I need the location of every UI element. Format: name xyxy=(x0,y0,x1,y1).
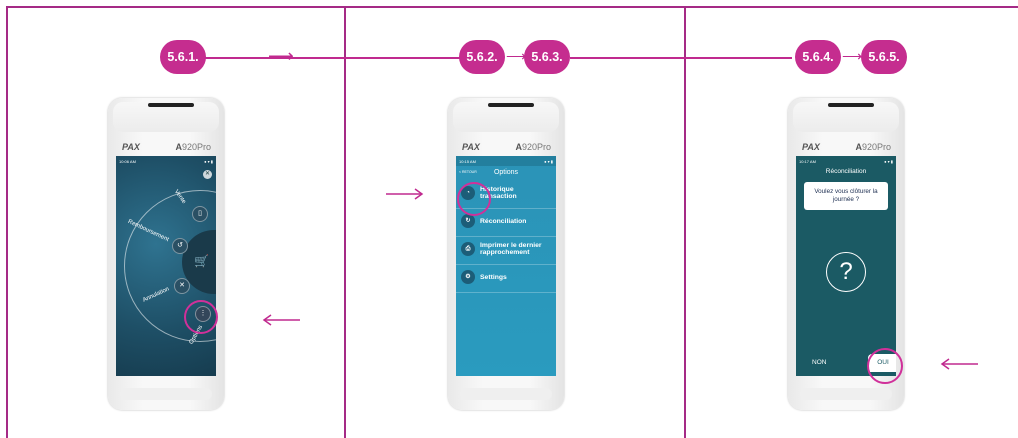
terminal-bottom xyxy=(120,388,212,400)
status-bar: 10:17 AM ● ▾ ▮ xyxy=(799,158,893,164)
reconciliation-screen: 10:17 AM ● ▾ ▮ Réconciliation Voulez vous… xyxy=(796,156,896,376)
no-button[interactable]: NON xyxy=(812,359,826,366)
panel-divider xyxy=(344,6,346,438)
card-slot xyxy=(148,103,194,107)
model-label: A920Pro xyxy=(175,142,211,152)
terminal-top xyxy=(113,102,219,132)
frame-top-border xyxy=(6,6,1018,8)
step-connector xyxy=(205,57,460,59)
terminal-top xyxy=(793,102,899,132)
confirm-question: Voulez vous clôturer la journée ? xyxy=(804,182,888,210)
model-label: A920Pro xyxy=(855,142,891,152)
status-bar: 10:06 AM ● ▾ ▮ xyxy=(119,158,213,164)
close-icon[interactable]: ✕ xyxy=(203,170,212,179)
card-slot xyxy=(828,103,874,107)
card-slot xyxy=(488,103,534,107)
panel-divider xyxy=(684,6,686,438)
step-badge-5-6-3: 5.6.3. xyxy=(524,40,570,74)
payment-terminal: PAX A920Pro 10:15 AM ● ▾ ▮ < RETOUR Optio… xyxy=(448,98,564,410)
reconcile-icon: ↻ xyxy=(461,214,475,228)
divider xyxy=(456,236,556,237)
highlight-circle xyxy=(867,348,903,384)
terminal-bottom xyxy=(800,388,892,400)
step-connector xyxy=(570,57,792,59)
payment-terminal: PAX A920Pro 10:06 AM ● ▾ ▮ ✕ 🛒 ▯ Vente ↺ … xyxy=(108,98,224,410)
menu-item-imprimer[interactable]: ⎙ Imprimer le dernier rapprochement xyxy=(461,242,551,256)
menu-item-settings[interactable]: ⚙ Settings xyxy=(461,270,507,284)
step-badge-5-6-5: 5.6.5. xyxy=(861,40,907,74)
pointer-arrow-right-icon xyxy=(386,188,424,200)
divider xyxy=(456,264,556,265)
brand-logo: PAX xyxy=(802,142,820,152)
brand-logo: PAX xyxy=(122,142,140,152)
cart-icon: 🛒 xyxy=(194,254,209,268)
terminal-top xyxy=(453,102,559,132)
step-badge-5-6-2: 5.6.2. xyxy=(459,40,505,74)
vente-button[interactable]: ▯ xyxy=(192,206,208,222)
annulation-button[interactable]: ✕ xyxy=(174,278,190,294)
model-label: A920Pro xyxy=(515,142,551,152)
step-badge-5-6-1: 5.6.1. xyxy=(160,40,206,74)
pointer-arrow-left-icon xyxy=(262,314,300,326)
terminal-bottom xyxy=(460,388,552,400)
menu-item-reconciliation[interactable]: ↻ Réconciliation xyxy=(461,214,526,228)
gear-icon: ⚙ xyxy=(461,270,475,284)
page-title: Options xyxy=(493,169,519,176)
step-badge-5-6-4: 5.6.4. xyxy=(795,40,841,74)
status-bar: 10:15 AM ● ▾ ▮ xyxy=(456,156,556,166)
pointer-arrow-left-icon xyxy=(940,358,978,370)
print-icon: ⎙ xyxy=(461,242,475,256)
page-title: Réconciliation xyxy=(825,168,867,175)
arrow-right-icon: ⟶ xyxy=(842,48,863,64)
options-header: < RETOUR Options xyxy=(456,166,556,180)
menu-screen: 10:06 AM ● ▾ ▮ ✕ 🛒 ▯ Vente ↺ Remboursemen… xyxy=(116,156,216,376)
remboursement-button[interactable]: ↺ xyxy=(172,238,188,254)
highlight-circle xyxy=(184,300,218,334)
highlight-circle xyxy=(457,182,491,216)
brand-logo: PAX xyxy=(462,142,480,152)
divider xyxy=(456,292,556,293)
frame-left-border xyxy=(6,6,8,438)
arrow-right-icon: ⟶ xyxy=(268,46,294,66)
question-icon: ? xyxy=(826,252,866,292)
